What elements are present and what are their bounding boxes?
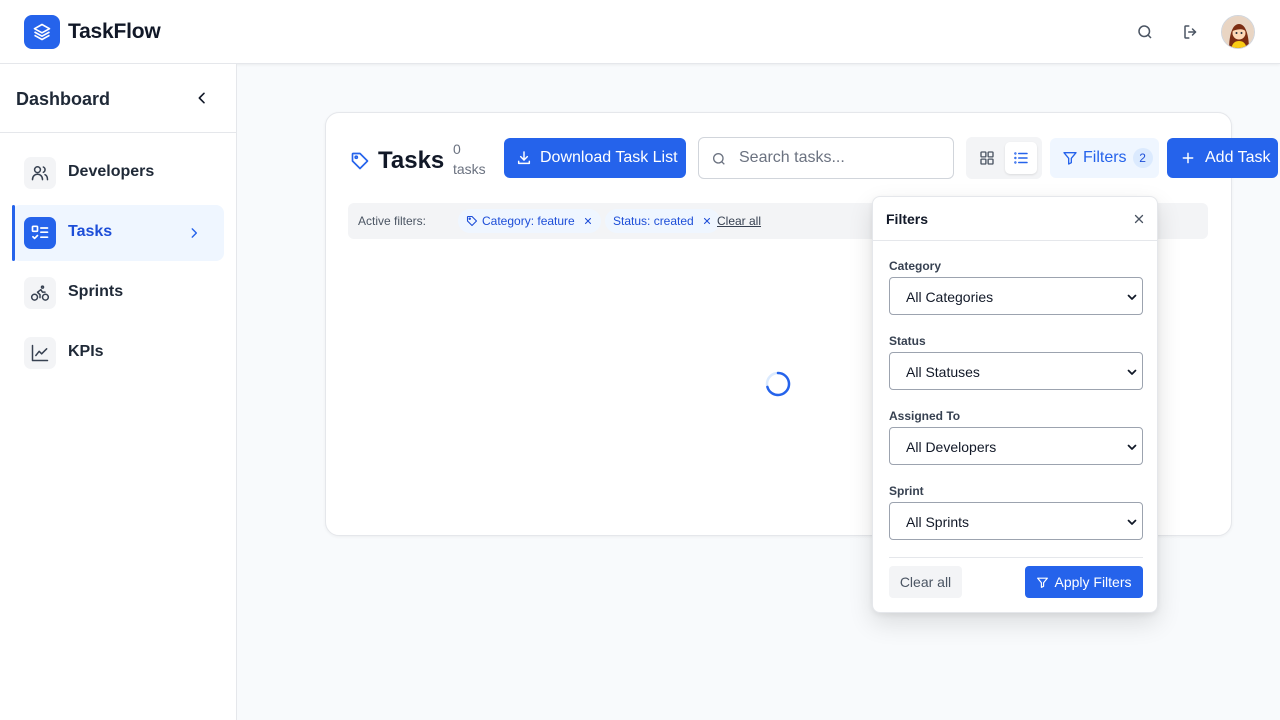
assigned-to-select[interactable]: All Developers	[889, 427, 1143, 465]
download-label: Download Task List	[540, 149, 678, 166]
sidebar-item-tasks[interactable]: Tasks	[12, 205, 224, 261]
clear-all-filters-link[interactable]: Clear all	[717, 214, 761, 228]
close-icon[interactable]	[1131, 211, 1147, 227]
sidebar-header: Dashboard	[0, 64, 236, 133]
grid-icon	[978, 149, 996, 167]
grid-view-button[interactable]	[971, 142, 1003, 174]
status-select[interactable]: All Statuses	[889, 352, 1143, 390]
clear-all-button[interactable]: Clear all	[889, 566, 962, 598]
sprint-label: Sprint	[889, 484, 924, 498]
chevron-down-icon	[1126, 291, 1138, 303]
add-task-button[interactable]: Add Task	[1167, 138, 1278, 178]
filter-chip-status: Status: created	[605, 209, 720, 233]
remove-filter-icon[interactable]	[583, 216, 593, 226]
view-toggle	[966, 137, 1042, 179]
layers-icon[interactable]	[24, 15, 60, 49]
chevron-down-icon	[1126, 441, 1138, 453]
task-count-value: 0	[453, 141, 461, 157]
bike-icon	[24, 277, 56, 309]
sprint-select[interactable]: All Sprints	[889, 502, 1143, 540]
line-chart-icon	[24, 337, 56, 369]
divider	[889, 557, 1143, 558]
sidebar-item-label: Sprints	[68, 283, 124, 300]
avatar[interactable]	[1221, 15, 1255, 49]
logout-icon[interactable]	[1179, 20, 1203, 44]
page-title-group: Tasks	[350, 147, 444, 175]
sidebar-item-sprints[interactable]: Sprints	[12, 265, 224, 321]
category-select-value: All Categories	[906, 289, 994, 305]
list-icon	[1012, 149, 1030, 167]
apply-filters-label: Apply Filters	[1054, 574, 1132, 590]
active-filters-label: Active filters:	[358, 214, 427, 228]
search-icon[interactable]	[1133, 20, 1157, 44]
sidebar-item-label: Developers	[68, 163, 155, 180]
chevron-down-icon	[1126, 366, 1138, 378]
filters-button[interactable]: Filters 2	[1050, 138, 1159, 178]
filter-icon	[1062, 150, 1078, 166]
chevron-right-icon	[184, 223, 204, 243]
download-task-list-button[interactable]: Download Task List	[504, 138, 686, 178]
filter-icon	[1036, 576, 1049, 589]
sidebar-item-label: KPIs	[68, 343, 104, 360]
filter-chip-label: Category: feature	[482, 214, 575, 228]
download-icon	[516, 150, 532, 166]
sidebar-item-developers[interactable]: Developers	[12, 145, 224, 201]
sidebar: Dashboard Developers Tasks Sprints KPIs	[0, 64, 237, 720]
assigned-to-select-value: All Developers	[906, 439, 997, 455]
filter-chip-category: Category: feature	[458, 209, 601, 233]
task-count: 0 tasks	[453, 139, 486, 179]
status-label: Status	[889, 334, 926, 348]
search-field[interactable]	[698, 137, 954, 179]
tag-icon	[350, 151, 370, 171]
top-bar: TaskFlow	[0, 0, 1280, 64]
list-view-button[interactable]	[1005, 142, 1037, 174]
filters-popover: Filters Category All Categories Status A…	[872, 196, 1158, 613]
plus-icon	[1180, 150, 1196, 166]
app-name[interactable]: TaskFlow	[68, 20, 161, 44]
remove-filter-icon[interactable]	[702, 216, 712, 226]
page-title: Tasks	[378, 147, 445, 174]
search-input[interactable]	[739, 146, 944, 170]
loading-spinner-icon	[764, 370, 792, 398]
chevron-left-icon[interactable]	[192, 88, 212, 108]
list-check-icon	[24, 217, 56, 249]
filter-chip-label: Status: created	[613, 214, 694, 228]
sidebar-item-kpis[interactable]: KPIs	[12, 325, 224, 381]
apply-filters-button[interactable]: Apply Filters	[1025, 566, 1143, 598]
task-count-unit: tasks	[453, 161, 486, 177]
category-label: Category	[889, 259, 942, 273]
chevron-down-icon	[1126, 516, 1138, 528]
search-icon	[711, 151, 727, 172]
status-select-value: All Statuses	[906, 364, 980, 380]
filters-popover-header: Filters	[873, 197, 1157, 241]
users-icon	[24, 157, 56, 189]
sidebar-item-label: Tasks	[68, 223, 113, 240]
filters-count-badge: 2	[1132, 148, 1153, 168]
assigned-to-label: Assigned To	[889, 409, 961, 423]
filters-label: Filters	[1083, 149, 1127, 166]
add-task-label: Add Task	[1205, 149, 1271, 166]
sidebar-title: Dashboard	[16, 89, 111, 109]
category-select[interactable]: All Categories	[889, 277, 1143, 315]
tag-icon	[466, 215, 478, 227]
filters-popover-title: Filters	[886, 211, 929, 227]
sprint-select-value: All Sprints	[906, 514, 970, 530]
